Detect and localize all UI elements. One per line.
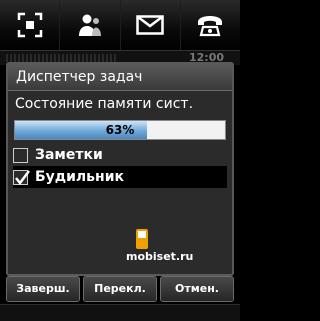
task-manager-dialog: Диспетчер задач Состояние памяти сист. 6…	[6, 62, 234, 276]
task-row-alarm[interactable]: Будильник	[13, 166, 227, 188]
memory-progress-bar: 63%	[14, 120, 226, 140]
memory-percent: 63%	[105, 123, 135, 137]
switch-task-button[interactable]: Перекл.	[83, 276, 157, 302]
watermark-text: mobiset.ru	[126, 250, 194, 263]
cancel-button[interactable]: Отмен.	[160, 276, 234, 302]
softkey-bar: Заверш. Перекл. Отмен.	[6, 276, 234, 302]
scan-button[interactable]	[0, 0, 61, 50]
messages-button[interactable]	[121, 0, 181, 50]
task-row-notes[interactable]: Заметки	[13, 144, 227, 166]
checkbox-alarm[interactable]	[13, 169, 30, 185]
status-indicators	[6, 54, 116, 62]
watermark-phone-icon	[136, 229, 148, 249]
bottom-bar	[0, 304, 240, 321]
scan-frame-icon	[17, 12, 42, 38]
contacts-button[interactable]	[60, 0, 121, 50]
top-toolbar	[0, 0, 240, 50]
task-label: Будильник	[35, 169, 125, 185]
envelope-icon	[136, 15, 164, 35]
phone-icon	[198, 16, 223, 37]
task-label: Заметки	[35, 147, 103, 163]
checkmark-icon	[15, 169, 30, 185]
end-task-button[interactable]: Заверш.	[6, 276, 80, 302]
memory-status-label: Состояние памяти сист.	[15, 96, 194, 112]
dialog-title: Диспетчер задач	[8, 64, 232, 91]
checkbox-notes[interactable]	[13, 147, 28, 163]
phone-button[interactable]	[181, 0, 240, 50]
contacts-icon	[78, 14, 101, 36]
